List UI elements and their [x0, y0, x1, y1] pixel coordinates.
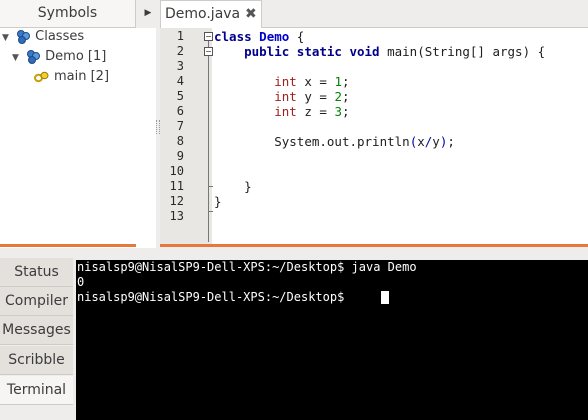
- line-number-gutter: 1 2 3 4 5 6 7 8 9 10 11 12 13 − −: [160, 28, 213, 245]
- line-number: 11: [169, 179, 184, 193]
- terminal-line: 0: [77, 275, 85, 289]
- line-number: 1: [176, 29, 184, 43]
- code-line: int x = 1;: [274, 74, 350, 89]
- line-number: 9: [176, 149, 184, 163]
- tab-symbols[interactable]: Symbols: [0, 0, 136, 28]
- fold-end-mark: [208, 186, 213, 187]
- code-line: int z = 3;: [274, 104, 350, 119]
- fold-collapse-icon[interactable]: −: [204, 32, 213, 41]
- code-line: }: [214, 194, 222, 209]
- code-line: class Demo {: [214, 29, 305, 44]
- code-line: }: [244, 179, 252, 194]
- panel-divider[interactable]: [0, 248, 588, 258]
- line-number: 7: [176, 119, 184, 133]
- code-line: System.out.println(x/y);: [274, 134, 455, 149]
- tab-scroll-right-icon[interactable]: ▶: [141, 0, 155, 28]
- tab-terminal[interactable]: Terminal: [0, 376, 73, 405]
- tree-item-label: main [2]: [54, 69, 110, 84]
- terminal-cursor: [381, 291, 389, 304]
- classes-icon: [17, 29, 31, 44]
- tab-messages[interactable]: Messages: [0, 316, 73, 345]
- terminal-view[interactable]: [76, 260, 588, 420]
- tab-status[interactable]: Status: [0, 258, 73, 287]
- tree-item-label: Classes: [35, 29, 85, 44]
- tree-item-main[interactable]: main [2]: [34, 67, 109, 87]
- expander-icon[interactable]: ▼: [12, 48, 22, 68]
- tree-item-label: Demo [1]: [45, 49, 107, 64]
- terminal-line: nisalsp9@NisalSP9-Dell-XPS:~/Desktop$ ja…: [77, 260, 417, 274]
- fold-collapse-icon[interactable]: −: [204, 47, 213, 56]
- class-icon: [27, 49, 41, 64]
- tab-demo-java[interactable]: Demo.java ✖: [160, 0, 262, 28]
- line-number: 13: [169, 209, 184, 223]
- panel-splitter[interactable]: [160, 244, 588, 247]
- tree-item-demo[interactable]: ▼ Demo [1]: [12, 47, 106, 67]
- line-number: 4: [176, 74, 184, 88]
- expander-icon[interactable]: ▼: [2, 28, 12, 48]
- tab-scribble[interactable]: Scribble: [0, 346, 73, 375]
- code-line: int y = 2;: [274, 89, 350, 104]
- tab-compiler[interactable]: Compiler: [0, 287, 73, 316]
- fold-end-mark: [208, 211, 213, 212]
- tree-item-classes[interactable]: ▼ Classes: [2, 27, 84, 47]
- panel-splitter[interactable]: [0, 244, 136, 247]
- line-number: 10: [169, 164, 184, 178]
- line-number: 3: [176, 59, 184, 73]
- line-number: 2: [176, 44, 184, 58]
- code-line: public static void main(String[] args) {: [244, 44, 546, 59]
- close-icon[interactable]: ✖: [245, 1, 257, 28]
- line-number: 5: [176, 89, 184, 103]
- line-number: 8: [176, 134, 184, 148]
- method-icon: [34, 71, 49, 82]
- tab-label: Demo.java: [165, 6, 241, 22]
- line-number: 12: [169, 194, 184, 208]
- terminal-prompt-line: nisalsp9@NisalSP9-Dell-XPS:~/Desktop$: [77, 290, 352, 304]
- fold-guide: [208, 56, 209, 242]
- line-number: 6: [176, 104, 184, 118]
